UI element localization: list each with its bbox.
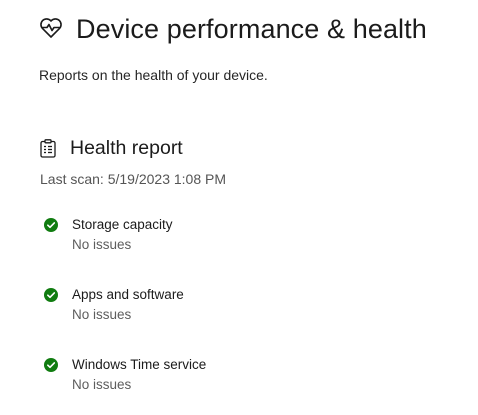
health-item-name: Storage capacity <box>72 217 173 232</box>
health-item-status: No issues <box>72 237 132 252</box>
health-item-status: No issues <box>72 377 132 392</box>
health-item-name: Windows Time service <box>72 357 207 372</box>
last-scan-text: Last scan: 5/19/2023 1:08 PM <box>40 171 227 187</box>
health-item-status: No issues <box>72 307 132 322</box>
page-header: Device performance & health <box>39 14 427 45</box>
page-title: Device performance & health <box>76 14 427 44</box>
health-item-apps-and-software: Apps and software No issues <box>44 286 184 323</box>
health-item-name: Apps and software <box>72 287 184 302</box>
device-health-page: Device performance & health Reports on t… <box>0 0 478 415</box>
health-item-storage-capacity: Storage capacity No issues <box>44 216 173 253</box>
health-item-windows-time-service: Windows Time service No issues <box>44 356 206 393</box>
heart-pulse-icon <box>40 17 62 38</box>
clipboard-icon <box>40 139 56 158</box>
health-report-title: Health report <box>70 137 183 159</box>
check-circle-icon <box>44 218 58 232</box>
check-circle-icon <box>44 358 58 372</box>
check-circle-icon <box>44 288 58 302</box>
health-report-heading: Health report <box>39 137 183 160</box>
page-subtitle: Reports on the health of your device. <box>39 67 268 83</box>
